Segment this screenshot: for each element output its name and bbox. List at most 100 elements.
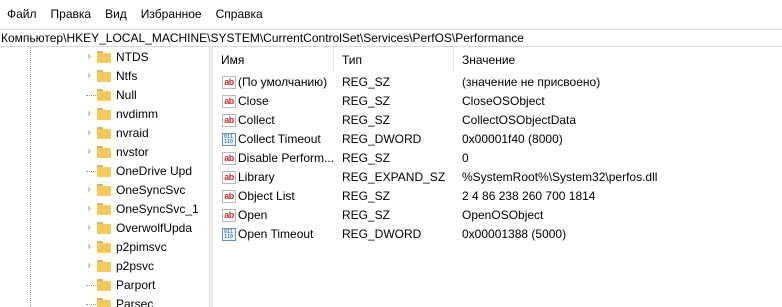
tree-item-label: OverwolfUpda <box>116 221 193 235</box>
chevron-right-icon[interactable]: › <box>84 51 94 63</box>
value-name: (По умолчанию) <box>238 75 328 89</box>
chevron-right-icon[interactable]: › <box>84 241 94 253</box>
string-value-icon: ab <box>222 209 236 222</box>
chevron-right-icon[interactable]: › <box>84 146 94 158</box>
column-header-name[interactable]: Имя <box>213 47 334 73</box>
menu-edit[interactable]: Правка <box>44 0 99 29</box>
string-value-icon: ab <box>222 95 236 108</box>
address-input[interactable] <box>0 30 782 46</box>
menu-favorites[interactable]: Избранное <box>134 0 209 29</box>
tree-item-label: OneSyncSvc_1 <box>116 202 199 216</box>
menu-bar: Файл Правка Вид Избранное Справка <box>0 0 782 29</box>
value-data: (значение не присвоено) <box>462 75 601 89</box>
folder-icon <box>97 241 111 253</box>
chevron-right-icon[interactable]: › <box>84 127 94 139</box>
folder-icon <box>97 70 111 82</box>
tree-item-label: OneSyncSvc <box>116 183 186 197</box>
tree-item-label: Null <box>116 88 137 102</box>
chevron-right-icon[interactable]: › <box>84 260 94 272</box>
tree-item[interactable]: › nvstor <box>0 143 209 162</box>
binary-value-icon: 011 110 <box>222 133 236 146</box>
folder-icon <box>97 89 111 101</box>
registry-value-row[interactable]: ab Disable Perform... REG_SZ 0 <box>213 149 782 168</box>
registry-value-row[interactable]: ab Open REG_SZ OpenOSObject <box>213 206 782 225</box>
tree-item[interactable]: OneDrive Upd <box>0 162 209 181</box>
value-type: REG_SZ <box>342 75 391 89</box>
value-type: REG_EXPAND_SZ <box>342 170 446 184</box>
value-type: REG_SZ <box>342 189 391 203</box>
binary-value-icon: 011 110 <box>222 228 236 241</box>
column-header-type[interactable]: Тип <box>334 47 454 73</box>
chevron-right-icon[interactable]: › <box>84 108 94 120</box>
value-data: CloseOSObject <box>462 94 545 108</box>
folder-icon <box>97 108 111 120</box>
tree-branch-line <box>86 285 96 286</box>
tree-item[interactable]: Parport <box>0 276 209 295</box>
registry-value-row[interactable]: ab Close REG_SZ CloseOSObject <box>213 92 782 111</box>
menu-file[interactable]: Файл <box>0 0 44 29</box>
folder-icon <box>97 298 111 307</box>
tree-item[interactable]: › NTDS <box>0 48 209 67</box>
tree-item[interactable]: Parsec <box>0 295 209 307</box>
chevron-right-icon[interactable]: › <box>84 70 94 82</box>
value-name: Open <box>238 208 268 222</box>
value-type: REG_DWORD <box>342 227 422 241</box>
folder-icon <box>97 203 111 215</box>
string-value-icon: ab <box>222 114 236 127</box>
folder-icon <box>97 146 111 158</box>
tree-item[interactable]: Null <box>0 86 209 105</box>
tree-item-label: Parport <box>116 278 156 292</box>
tree-item[interactable]: › p2pimsvc <box>0 238 209 257</box>
tree-item[interactable]: › Ntfs <box>0 67 209 86</box>
value-data: 0 <box>462 151 469 165</box>
registry-value-row[interactable]: ab (По умолчанию) REG_SZ (значение не присв… <box>213 73 782 92</box>
tree-item-label: nvstor <box>116 145 149 159</box>
value-data: CollectOSObjectData <box>462 113 577 127</box>
registry-value-row[interactable]: ab Collect REG_SZ CollectOSObjectData <box>213 111 782 130</box>
value-name: Disable Perform... <box>238 151 334 165</box>
chevron-right-icon[interactable]: › <box>84 203 94 215</box>
tree-item-label: nvdimm <box>116 107 159 121</box>
value-name: Collect <box>238 113 275 127</box>
menu-help[interactable]: Справка <box>209 0 270 29</box>
folder-icon <box>97 51 111 63</box>
string-value-icon: ab <box>222 76 236 89</box>
value-type: REG_SZ <box>342 94 391 108</box>
value-data: %SystemRoot%\System32\perfos.dll <box>462 170 658 184</box>
value-name: Object List <box>238 189 295 203</box>
tree-branch-line <box>86 171 96 172</box>
registry-value-row[interactable]: 011 110 Open Timeout REG_DWORD 0x00001388 (5… <box>213 225 782 244</box>
value-data: 0x00001388 (5000) <box>462 227 567 241</box>
value-data: 0x00001f40 (8000) <box>462 132 563 146</box>
list-header: Имя Тип Значение <box>213 47 782 73</box>
tree-item-label: Ntfs <box>116 69 138 83</box>
tree-branch-line <box>86 304 96 305</box>
string-value-icon: ab <box>222 190 236 203</box>
registry-value-row[interactable]: 011 110 Collect Timeout REG_DWORD 0x00001f40… <box>213 130 782 149</box>
value-type: REG_SZ <box>342 151 391 165</box>
tree-item[interactable]: › OneSyncSvc <box>0 181 209 200</box>
tree-item[interactable]: › OneSyncSvc_1 <box>0 200 209 219</box>
tree-item[interactable]: › p2psvc <box>0 257 209 276</box>
value-data: 2 4 86 238 260 700 1814 <box>462 189 596 203</box>
value-type: REG_SZ <box>342 208 391 222</box>
registry-tree: › NTDS › Ntfs Null › nvdimm › nvraid › nvstor OneDr… <box>0 47 209 307</box>
tree-item[interactable]: › OverwolfUpda <box>0 219 209 238</box>
column-header-value[interactable]: Значение <box>454 47 782 73</box>
value-type: REG_SZ <box>342 113 391 127</box>
tree-item[interactable]: › nvraid <box>0 124 209 143</box>
registry-value-row[interactable]: ab Object List REG_SZ 2 4 86 238 260 700 18… <box>213 187 782 206</box>
chevron-right-icon[interactable]: › <box>84 222 94 234</box>
string-value-icon: ab <box>222 152 236 165</box>
tree-item-label: nvraid <box>116 126 149 140</box>
value-data: OpenOSObject <box>462 208 544 222</box>
tree-item[interactable]: › nvdimm <box>0 105 209 124</box>
chevron-right-icon[interactable]: › <box>84 184 94 196</box>
address-bar <box>0 29 782 47</box>
menu-view[interactable]: Вид <box>98 0 134 29</box>
registry-value-row[interactable]: ab Library REG_EXPAND_SZ %SystemRoot%\Syste… <box>213 168 782 187</box>
value-name: Collect Timeout <box>238 132 321 146</box>
folder-icon <box>97 222 111 234</box>
folder-icon <box>97 279 111 291</box>
tree-item-label: p2pimsvc <box>116 240 167 254</box>
